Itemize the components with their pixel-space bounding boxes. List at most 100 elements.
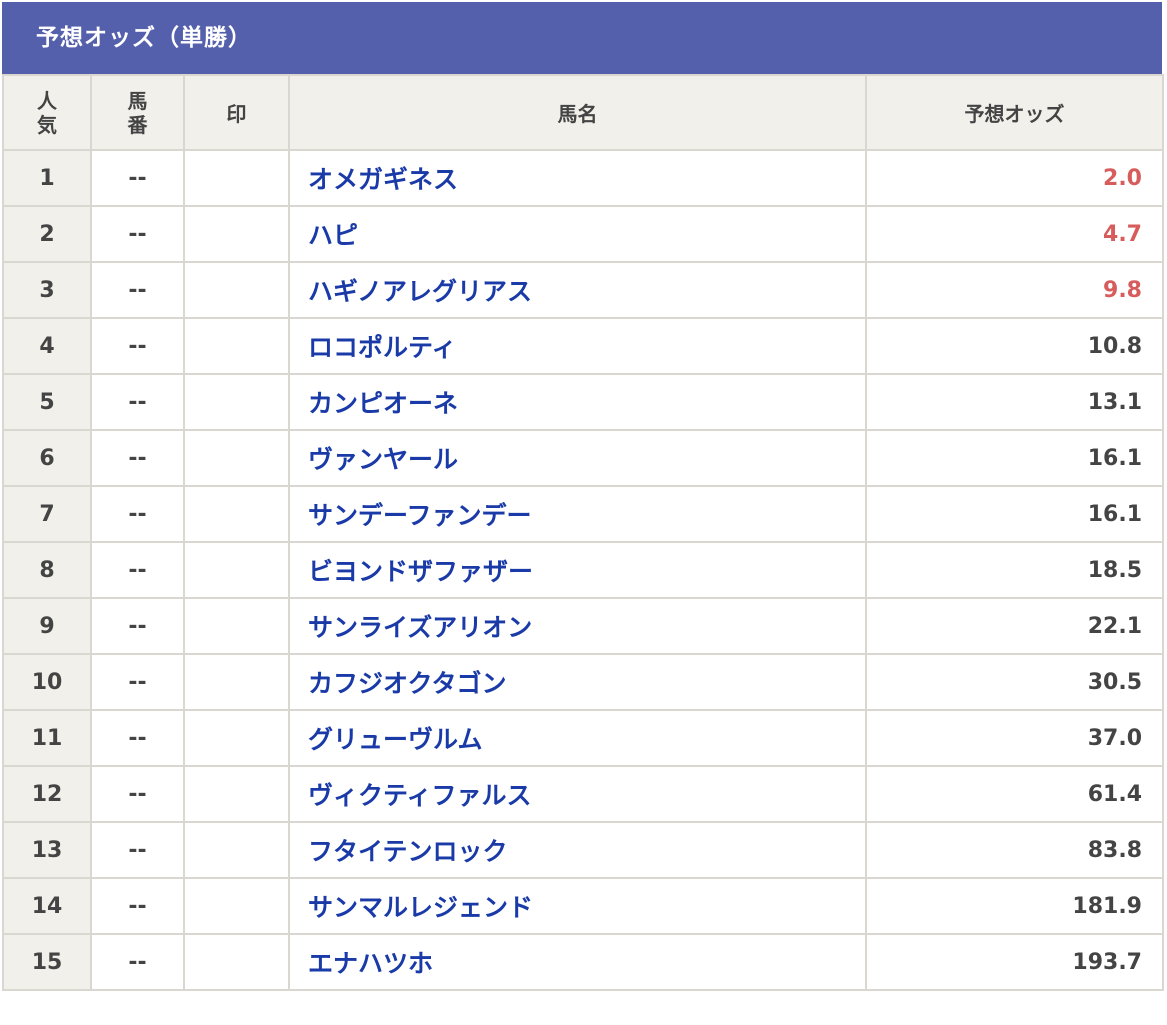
mark-cell[interactable] (183, 317, 290, 375)
odds-cell: 18.5 (865, 541, 1164, 599)
horse-number-cell: -- (90, 205, 185, 263)
mark-cell[interactable] (183, 597, 290, 655)
horse-name-link[interactable]: ハギノアレグリアス (288, 261, 867, 319)
rank-cell: 6 (2, 429, 92, 487)
table-row: 3 -- ハギノアレグリアス 9.8 (2, 261, 1164, 319)
odds-cell: 10.8 (865, 317, 1164, 375)
rank-cell: 13 (2, 821, 92, 879)
horse-name-link[interactable]: オメガギネス (288, 149, 867, 207)
table-row: 15 -- エナハツホ 193.7 (2, 933, 1164, 991)
horse-name-link[interactable]: ロコポルティ (288, 317, 867, 375)
odds-cell: 13.1 (865, 373, 1164, 431)
table-row: 6 -- ヴァンヤール 16.1 (2, 429, 1164, 487)
panel-title: 予想オッズ（単勝） (2, 2, 1162, 74)
odds-cell: 2.0 (865, 149, 1164, 207)
header-horse-name: 馬名 (288, 74, 867, 151)
horse-name-link[interactable]: フタイテンロック (288, 821, 867, 879)
odds-panel: 予想オッズ（単勝） 人 気 馬 番 印 馬名 予想オッズ 1 -- オメガギネス… (2, 2, 1164, 991)
odds-cell: 4.7 (865, 205, 1164, 263)
odds-cell: 83.8 (865, 821, 1164, 879)
rank-cell: 9 (2, 597, 92, 655)
table-row: 11 -- グリューヴルム 37.0 (2, 709, 1164, 767)
mark-cell[interactable] (183, 765, 290, 823)
mark-cell[interactable] (183, 653, 290, 711)
horse-number-cell: -- (90, 709, 185, 767)
horse-name-link[interactable]: カンピオーネ (288, 373, 867, 431)
mark-cell[interactable] (183, 205, 290, 263)
mark-cell[interactable] (183, 149, 290, 207)
table-row: 4 -- ロコポルティ 10.8 (2, 317, 1164, 375)
horse-name-link[interactable]: サンライズアリオン (288, 597, 867, 655)
horse-number-cell: -- (90, 933, 185, 991)
odds-table: 人 気 馬 番 印 馬名 予想オッズ 1 -- オメガギネス 2.0 2 -- ハピ 4.7 3… (2, 74, 1164, 991)
horse-number-cell: -- (90, 485, 185, 543)
header-num-line1: 馬 (127, 88, 148, 113)
rank-cell: 12 (2, 765, 92, 823)
horse-name-link[interactable]: グリューヴルム (288, 709, 867, 767)
header-odds: 予想オッズ (865, 74, 1164, 151)
horse-name-link[interactable]: ヴァンヤール (288, 429, 867, 487)
horse-number-cell: -- (90, 597, 185, 655)
table-row: 13 -- フタイテンロック 83.8 (2, 821, 1164, 879)
horse-number-cell: -- (90, 429, 185, 487)
odds-cell: 181.9 (865, 877, 1164, 935)
table-row: 10 -- カフジオクタゴン 30.5 (2, 653, 1164, 711)
horse-name-link[interactable]: ビヨンドザファザー (288, 541, 867, 599)
mark-cell[interactable] (183, 821, 290, 879)
mark-cell[interactable] (183, 429, 290, 487)
odds-cell: 30.5 (865, 653, 1164, 711)
table-row: 8 -- ビヨンドザファザー 18.5 (2, 541, 1164, 599)
horse-number-cell: -- (90, 821, 185, 879)
horse-name-link[interactable]: カフジオクタゴン (288, 653, 867, 711)
header-rank-line2: 気 (37, 112, 57, 137)
rank-cell: 8 (2, 541, 92, 599)
horse-name-link[interactable]: エナハツホ (288, 933, 867, 991)
rank-cell: 11 (2, 709, 92, 767)
header-num-line2: 番 (127, 112, 148, 137)
horse-name-link[interactable]: ヴィクティファルス (288, 765, 867, 823)
table-row: 14 -- サンマルレジェンド 181.9 (2, 877, 1164, 935)
mark-cell[interactable] (183, 877, 290, 935)
table-header-row: 人 気 馬 番 印 馬名 予想オッズ (2, 74, 1164, 151)
rank-cell: 15 (2, 933, 92, 991)
odds-cell: 193.7 (865, 933, 1164, 991)
horse-number-cell: -- (90, 373, 185, 431)
table-row: 12 -- ヴィクティファルス 61.4 (2, 765, 1164, 823)
horse-number-cell: -- (90, 877, 185, 935)
horse-number-cell: -- (90, 765, 185, 823)
horse-name-link[interactable]: サンマルレジェンド (288, 877, 867, 935)
mark-cell[interactable] (183, 933, 290, 991)
horse-name-link[interactable]: ハピ (288, 205, 867, 263)
table-row: 9 -- サンライズアリオン 22.1 (2, 597, 1164, 655)
rank-cell: 4 (2, 317, 92, 375)
odds-table-body: 1 -- オメガギネス 2.0 2 -- ハピ 4.7 3 -- ハギノアレグリアス 9.8 4 -- ロコ… (2, 149, 1164, 991)
mark-cell[interactable] (183, 485, 290, 543)
table-row: 5 -- カンピオーネ 13.1 (2, 373, 1164, 431)
rank-cell: 10 (2, 653, 92, 711)
header-rank: 人 気 (2, 74, 92, 151)
horse-name-link[interactable]: サンデーファンデー (288, 485, 867, 543)
odds-cell: 61.4 (865, 765, 1164, 823)
horse-number-cell: -- (90, 317, 185, 375)
table-row: 2 -- ハピ 4.7 (2, 205, 1164, 263)
mark-cell[interactable] (183, 709, 290, 767)
header-horse-number: 馬 番 (90, 74, 185, 151)
rank-cell: 5 (2, 373, 92, 431)
odds-cell: 22.1 (865, 597, 1164, 655)
mark-cell[interactable] (183, 261, 290, 319)
rank-cell: 3 (2, 261, 92, 319)
mark-cell[interactable] (183, 373, 290, 431)
rank-cell: 7 (2, 485, 92, 543)
table-row: 7 -- サンデーファンデー 16.1 (2, 485, 1164, 543)
horse-number-cell: -- (90, 541, 185, 599)
odds-cell: 16.1 (865, 485, 1164, 543)
header-mark: 印 (183, 74, 290, 151)
table-row: 1 -- オメガギネス 2.0 (2, 149, 1164, 207)
mark-cell[interactable] (183, 541, 290, 599)
horse-number-cell: -- (90, 149, 185, 207)
rank-cell: 2 (2, 205, 92, 263)
horse-number-cell: -- (90, 261, 185, 319)
rank-cell: 1 (2, 149, 92, 207)
odds-cell: 37.0 (865, 709, 1164, 767)
rank-cell: 14 (2, 877, 92, 935)
